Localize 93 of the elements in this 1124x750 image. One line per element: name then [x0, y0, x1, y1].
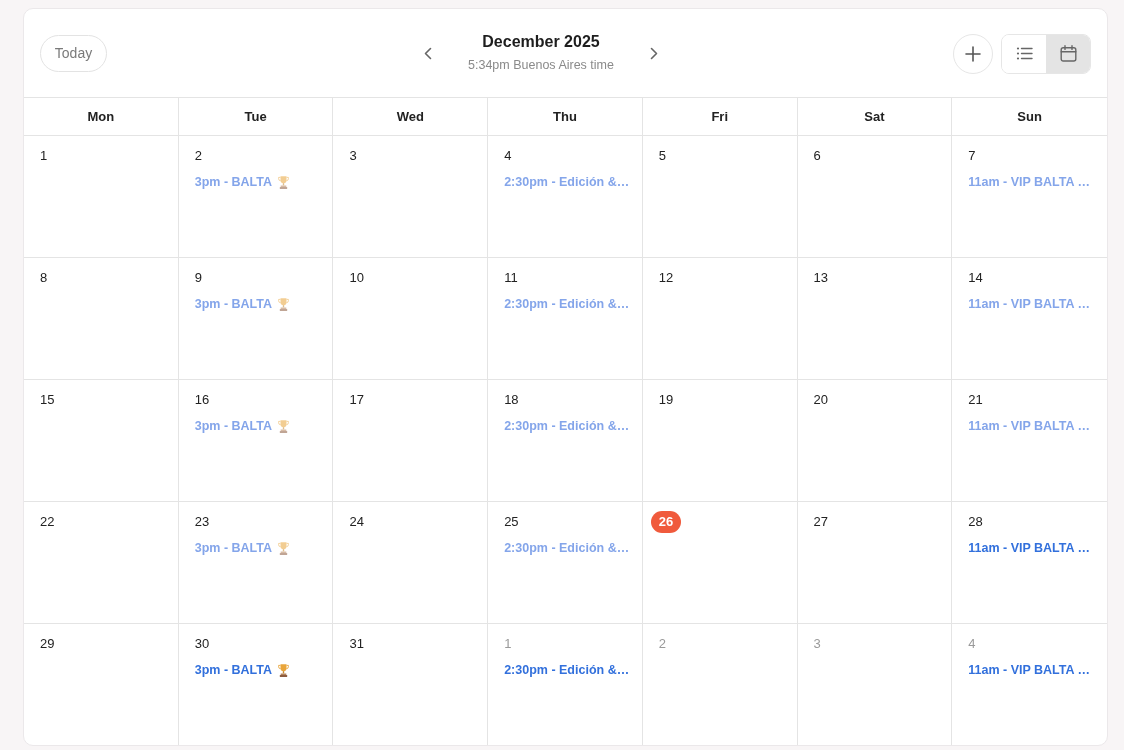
- day-number: 23: [194, 514, 210, 530]
- chevron-left-icon: [424, 46, 432, 60]
- day-cell[interactable]: 13: [797, 258, 953, 379]
- day-number: 22: [40, 514, 55, 530]
- day-number: 4: [968, 636, 976, 652]
- weekday-label: Mon: [87, 107, 115, 126]
- weekday-label: Wed: [396, 107, 424, 126]
- trophy-icon: [278, 419, 289, 433]
- month-title: December 2025: [482, 31, 600, 51]
- day-cell[interactable]: 5: [642, 136, 798, 257]
- day-cell[interactable]: 28 11am - VIP BALTA …: [952, 502, 1107, 623]
- event-link[interactable]: 11am - VIP BALTA …: [968, 662, 1091, 678]
- day-number: 14: [968, 270, 983, 286]
- day-cell[interactable]: 30 3pm - BALTA: [178, 624, 334, 745]
- day-cell[interactable]: 29: [24, 624, 179, 745]
- day-number: 4: [504, 148, 512, 164]
- day-number: 30: [194, 636, 210, 652]
- day-number: 16: [194, 392, 210, 408]
- day-number: 9: [194, 270, 202, 286]
- calendar-icon: [1059, 45, 1077, 62]
- day-number: 5: [658, 148, 667, 164]
- day-number: 21: [968, 392, 983, 408]
- weekday-label: Tue: [244, 107, 267, 126]
- day-cell[interactable]: 20: [797, 380, 953, 501]
- day-cell[interactable]: 3: [333, 136, 489, 257]
- day-cell[interactable]: 7 11am - VIP BALTA …: [952, 136, 1107, 257]
- day-cell[interactable]: 25 2:30pm - Edición &…: [488, 502, 643, 623]
- day-cell[interactable]: 9 3pm - BALTA: [178, 258, 334, 379]
- chevron-right-icon: [650, 46, 658, 60]
- day-number: 12: [658, 270, 674, 286]
- day-number: 2: [658, 636, 667, 652]
- day-cell[interactable]: 4 2:30pm - Edición &…: [488, 136, 643, 257]
- day-number: 1: [40, 148, 48, 164]
- add-button[interactable]: [953, 33, 993, 74]
- day-number: 13: [813, 270, 829, 286]
- trophy-icon: [278, 663, 289, 677]
- day-cell[interactable]: 1 2:30pm - Edición &…: [488, 624, 643, 745]
- day-number: 3: [813, 636, 821, 652]
- event-link[interactable]: 2:30pm - Edición &…: [504, 662, 630, 678]
- plus-icon: [965, 45, 981, 62]
- day-number: 3: [349, 148, 357, 164]
- day-number: 6: [813, 148, 821, 164]
- trophy-icon: [278, 175, 289, 189]
- day-cell[interactable]: 18 2:30pm - Edición &…: [488, 380, 643, 501]
- weekday-label: Thu: [553, 107, 577, 126]
- event-link[interactable]: 11am - VIP BALTA …: [968, 540, 1091, 556]
- day-cell[interactable]: 10: [333, 258, 489, 379]
- day-cell[interactable]: 17: [333, 380, 489, 501]
- day-cell[interactable]: 19: [642, 380, 798, 501]
- day-number: 17: [349, 392, 364, 408]
- day-number: 15: [40, 392, 55, 408]
- day-cell[interactable]: 23 3pm - BALTA: [178, 502, 334, 623]
- weekday-label: Sun: [1017, 107, 1042, 126]
- day-number: 20: [813, 392, 829, 408]
- day-cell[interactable]: 16 3pm - BALTA: [178, 380, 334, 501]
- day-cell[interactable]: 8: [24, 258, 179, 379]
- day-cell[interactable]: 4 11am - VIP BALTA …: [952, 624, 1107, 745]
- local-time-text: 5:34pm Buenos Aires time: [468, 57, 614, 73]
- day-cell[interactable]: 15: [24, 380, 179, 501]
- day-number: 1: [504, 636, 512, 652]
- list-icon: [1015, 45, 1033, 62]
- calendar-view-button[interactable]: [1046, 34, 1090, 73]
- day-number: 7: [968, 148, 976, 164]
- day-cell[interactable]: 24: [333, 502, 489, 623]
- trophy-icon: [278, 541, 289, 555]
- today-button[interactable]: Today: [40, 34, 107, 72]
- day-cell[interactable]: 27: [797, 502, 953, 623]
- day-number: 24: [349, 514, 364, 530]
- trophy-icon: [278, 297, 289, 311]
- weekday-label: Fri: [711, 107, 728, 126]
- day-number: 29: [40, 636, 55, 652]
- day-cell[interactable]: 6: [797, 136, 953, 257]
- day-number: 18: [504, 392, 519, 408]
- day-number: 19: [658, 392, 674, 408]
- day-number: 8: [40, 270, 48, 286]
- day-number: 2: [194, 148, 202, 164]
- day-cell[interactable]: 2 3pm - BALTA: [178, 136, 334, 257]
- day-number: 31: [349, 636, 364, 652]
- weekday-label: Sat: [864, 107, 885, 126]
- day-cell[interactable]: 11 2:30pm - Edición &…: [488, 258, 643, 379]
- day-cell[interactable]: 21 11am - VIP BALTA …: [952, 380, 1107, 501]
- day-cell[interactable]: 14 11am - VIP BALTA …: [952, 258, 1107, 379]
- day-number: 10: [349, 270, 364, 286]
- event-link[interactable]: 3pm - BALTA: [194, 662, 289, 678]
- day-cell[interactable]: 31: [333, 624, 489, 745]
- day-cell[interactable]: 12: [642, 258, 798, 379]
- today-date-badge: 26: [650, 511, 682, 533]
- day-number: 11: [504, 270, 518, 286]
- day-cell[interactable]: 1: [24, 136, 179, 257]
- day-number: 25: [504, 514, 519, 530]
- day-number: 27: [813, 514, 829, 530]
- day-number: 28: [968, 514, 983, 530]
- day-cell[interactable]: 22: [24, 502, 179, 623]
